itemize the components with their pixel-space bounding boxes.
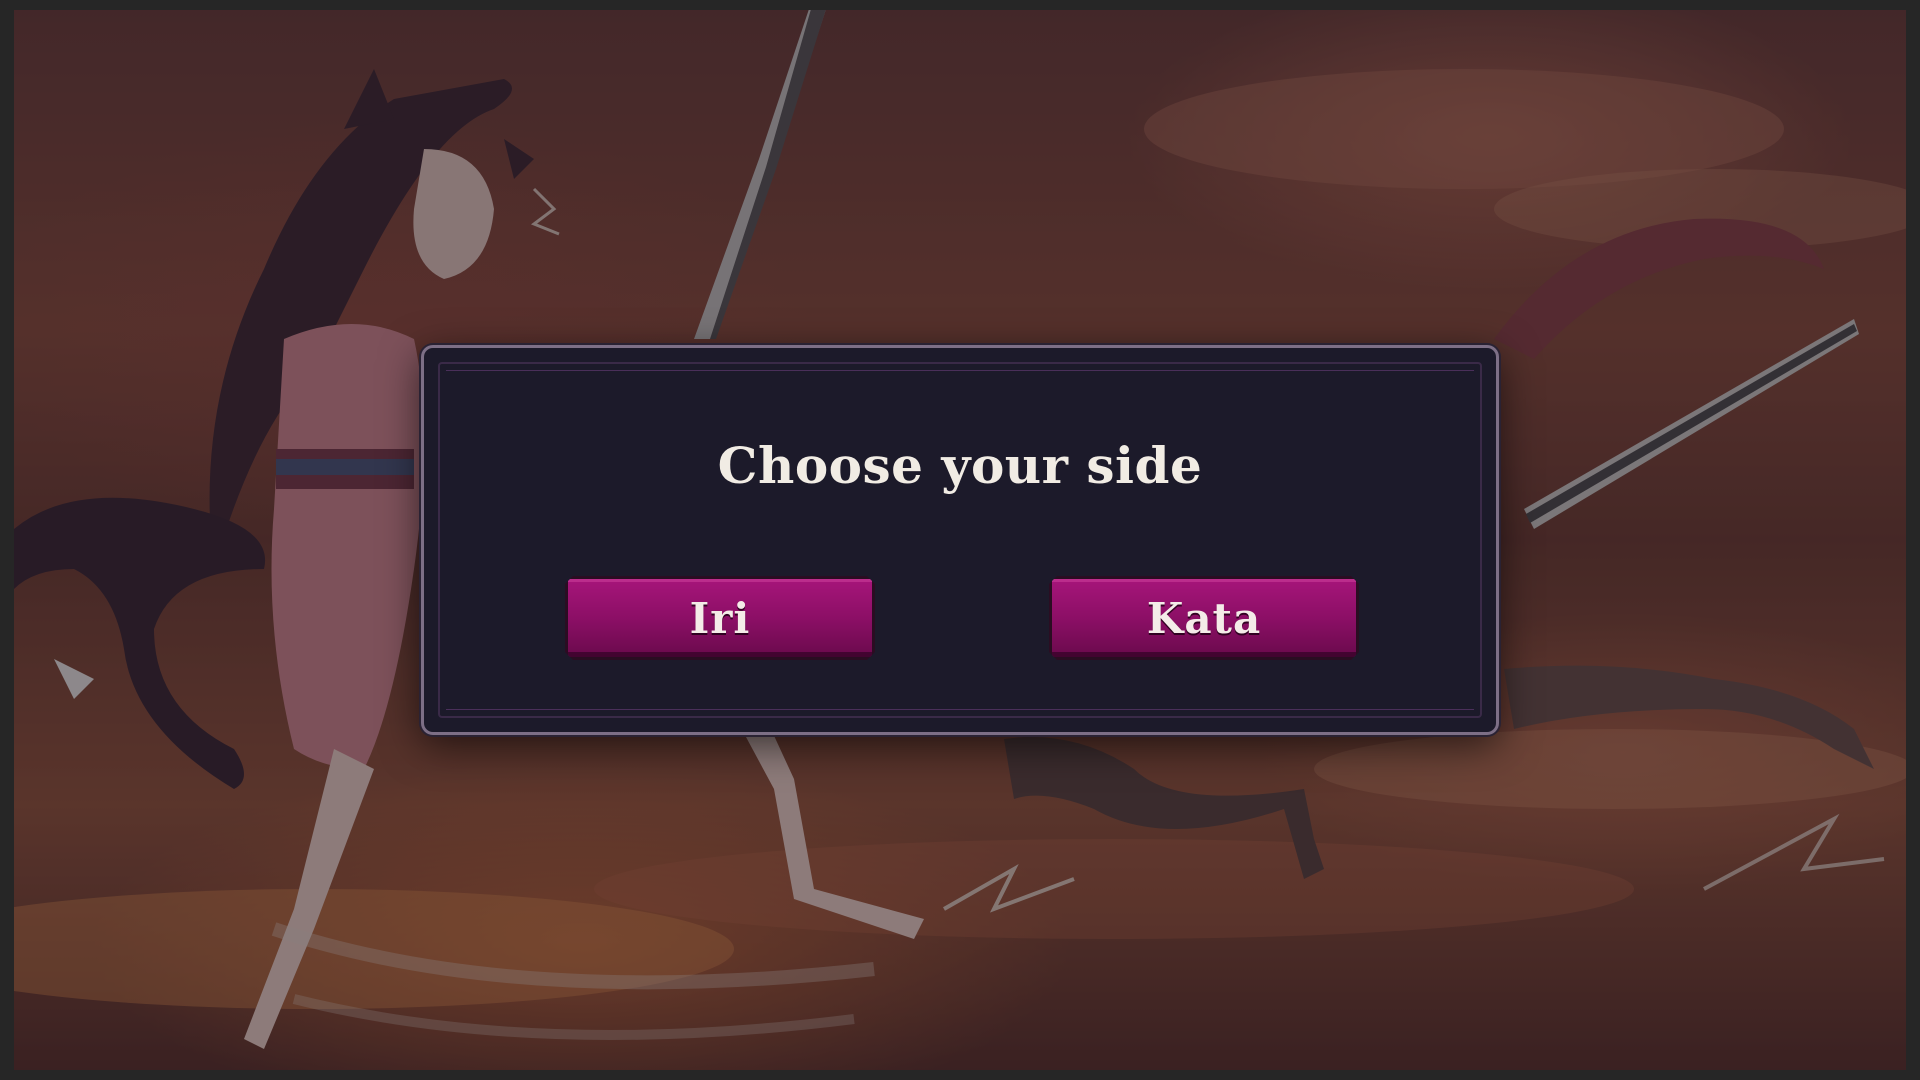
game-screen: Choose your side Iri Kata — [0, 0, 1920, 1080]
dialog-inner-border — [438, 362, 1482, 718]
choose-iri-button-label: Iri — [689, 593, 751, 643]
choose-iri-button[interactable]: Iri — [565, 576, 875, 660]
choose-kata-button[interactable]: Kata — [1049, 576, 1359, 660]
choose-kata-button-label: Kata — [1146, 593, 1262, 643]
dialog-title: Choose your side — [717, 436, 1203, 495]
choose-side-dialog: Choose your side Iri Kata — [421, 345, 1499, 735]
